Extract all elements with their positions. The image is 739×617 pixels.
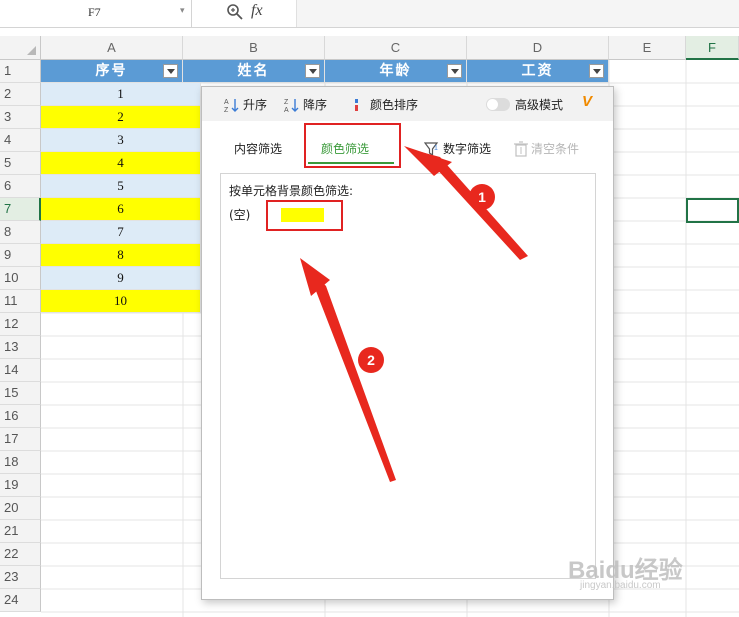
data-cell[interactable]: 8 <box>41 244 201 267</box>
sort-ascending-label: 升序 <box>243 98 268 112</box>
name-box[interactable]: F7 ▾ <box>0 0 192 27</box>
vip-badge-icon: V <box>582 93 593 110</box>
row-header[interactable]: 18 <box>0 451 41 474</box>
row-header[interactable]: 10 <box>0 267 41 290</box>
row-header[interactable]: 11 <box>0 290 41 313</box>
header-cell-a[interactable]: 序号 <box>41 60 183 83</box>
sort-ascending-button[interactable]: A Z 升序 <box>224 96 267 113</box>
chevron-down-icon[interactable]: ▾ <box>180 6 185 16</box>
data-cell[interactable]: 7 <box>41 221 201 244</box>
header-cell-c[interactable]: 年龄 <box>325 60 467 83</box>
sort-by-color-button[interactable]: 颜色排序 <box>351 96 418 113</box>
data-cell[interactable]: 6 <box>41 198 201 221</box>
header-label-a: 序号 <box>95 63 128 79</box>
selected-cell-f7[interactable] <box>686 198 739 223</box>
name-box-value: F7 <box>88 5 101 19</box>
column-header-e[interactable]: E <box>609 36 686 60</box>
header-cell-b[interactable]: 姓名 <box>183 60 325 83</box>
trash-icon <box>514 141 528 157</box>
color-sort-icon <box>355 99 358 111</box>
row-header[interactable]: 20 <box>0 497 41 520</box>
row-header[interactable]: 8 <box>0 221 41 244</box>
svg-text:A: A <box>224 99 229 106</box>
clear-conditions-button[interactable]: 清空条件 <box>514 140 579 157</box>
data-cell[interactable]: 1 <box>41 83 201 106</box>
row-header[interactable]: 16 <box>0 405 41 428</box>
highlight-box-color-tab <box>304 123 401 168</box>
highlight-box-swatch <box>266 200 343 231</box>
row-header[interactable]: 9 <box>0 244 41 267</box>
advanced-mode-toggle[interactable] <box>486 98 510 111</box>
data-cell[interactable]: 3 <box>41 129 201 152</box>
callout-badge-1: 1 <box>469 184 495 210</box>
row-header[interactable]: 13 <box>0 336 41 359</box>
filter-dropdown-button[interactable] <box>305 64 320 78</box>
row-header[interactable]: 5 <box>0 152 41 175</box>
row-header[interactable]: 17 <box>0 428 41 451</box>
watermark-sub: jingyan.baidu.com <box>580 580 661 591</box>
zoom-icon[interactable] <box>226 3 244 21</box>
tab-number-filter[interactable]: 1 数字筛选 <box>424 140 491 157</box>
row-header[interactable]: 22 <box>0 543 41 566</box>
data-cell[interactable]: 5 <box>41 175 201 198</box>
formula-input[interactable] <box>296 0 739 27</box>
row-header[interactable]: 2 <box>0 83 41 106</box>
header-label-c: 年龄 <box>379 63 412 79</box>
tab-content-filter[interactable]: 内容筛选 <box>234 140 282 157</box>
header-cell-d[interactable]: 工资 <box>467 60 609 83</box>
row-header[interactable]: 1 <box>0 60 41 83</box>
data-cell[interactable]: 10 <box>41 290 201 313</box>
color-option-empty[interactable]: (空) <box>229 206 250 223</box>
data-cell[interactable]: 9 <box>41 267 201 290</box>
data-cell[interactable]: 4 <box>41 152 201 175</box>
clear-conditions-label: 清空条件 <box>531 142 580 156</box>
row-header[interactable]: 3 <box>0 106 41 129</box>
row-header[interactable]: 15 <box>0 382 41 405</box>
column-header-d[interactable]: D <box>467 36 609 60</box>
column-header-a[interactable]: A <box>41 36 183 60</box>
column-header-f[interactable]: F <box>686 36 739 60</box>
sort-descending-icon: Z A <box>284 99 299 113</box>
row-header[interactable]: 21 <box>0 520 41 543</box>
advanced-mode-label: 高级模式 <box>515 98 564 112</box>
sort-ascending-icon: A Z <box>224 99 239 113</box>
color-option-empty-label: (空) <box>229 208 251 222</box>
select-all-corner[interactable] <box>0 36 41 60</box>
row-header[interactable]: 19 <box>0 474 41 497</box>
header-label-d: 工资 <box>521 63 554 79</box>
callout-badge-2: 2 <box>358 347 384 373</box>
filter-dropdown-button[interactable] <box>589 64 604 78</box>
row-header[interactable]: 6 <box>0 175 41 198</box>
svg-text:Z: Z <box>284 99 289 106</box>
row-header[interactable]: 23 <box>0 566 41 589</box>
row-header[interactable]: 4 <box>0 129 41 152</box>
sort-descending-button[interactable]: Z A 降序 <box>284 96 327 113</box>
sort-by-color-label: 颜色排序 <box>370 98 419 112</box>
svg-text:A: A <box>284 107 289 113</box>
sort-toolbar: A Z 升序 Z A 降序 颜色排序 高级模式 V <box>202 87 613 121</box>
header-label-b: 姓名 <box>237 63 270 79</box>
insert-function-button[interactable]: fx <box>251 2 263 20</box>
svg-text:1: 1 <box>434 145 438 152</box>
tab-number-filter-label: 数字筛选 <box>443 142 492 156</box>
row-header[interactable]: 12 <box>0 313 41 336</box>
formula-bar: F7 ▾ fx <box>0 0 739 28</box>
color-filter-content: 按单元格背景颜色筛选: (空) <box>220 173 596 579</box>
column-header-c[interactable]: C <box>325 36 467 60</box>
row-header[interactable]: 14 <box>0 359 41 382</box>
row-header[interactable]: 7 <box>0 198 41 221</box>
svg-text:Z: Z <box>224 107 229 113</box>
filter-panel: A Z 升序 Z A 降序 颜色排序 高级模式 V 内容筛选 颜色筛选 1 数字… <box>201 86 614 600</box>
baidu-watermark: Baidu经验 jingyan.baidu.com <box>568 550 718 600</box>
sort-descending-label: 降序 <box>303 98 328 112</box>
filter-dropdown-button[interactable] <box>163 64 178 78</box>
column-header-b[interactable]: B <box>183 36 325 60</box>
row-header[interactable]: 24 <box>0 589 41 612</box>
color-filter-caption: 按单元格背景颜色筛选: <box>229 184 354 198</box>
data-cell[interactable]: 2 <box>41 106 201 129</box>
function-area: fx <box>196 0 296 27</box>
filter-dropdown-button[interactable] <box>447 64 462 78</box>
funnel-icon: 1 <box>424 142 439 157</box>
